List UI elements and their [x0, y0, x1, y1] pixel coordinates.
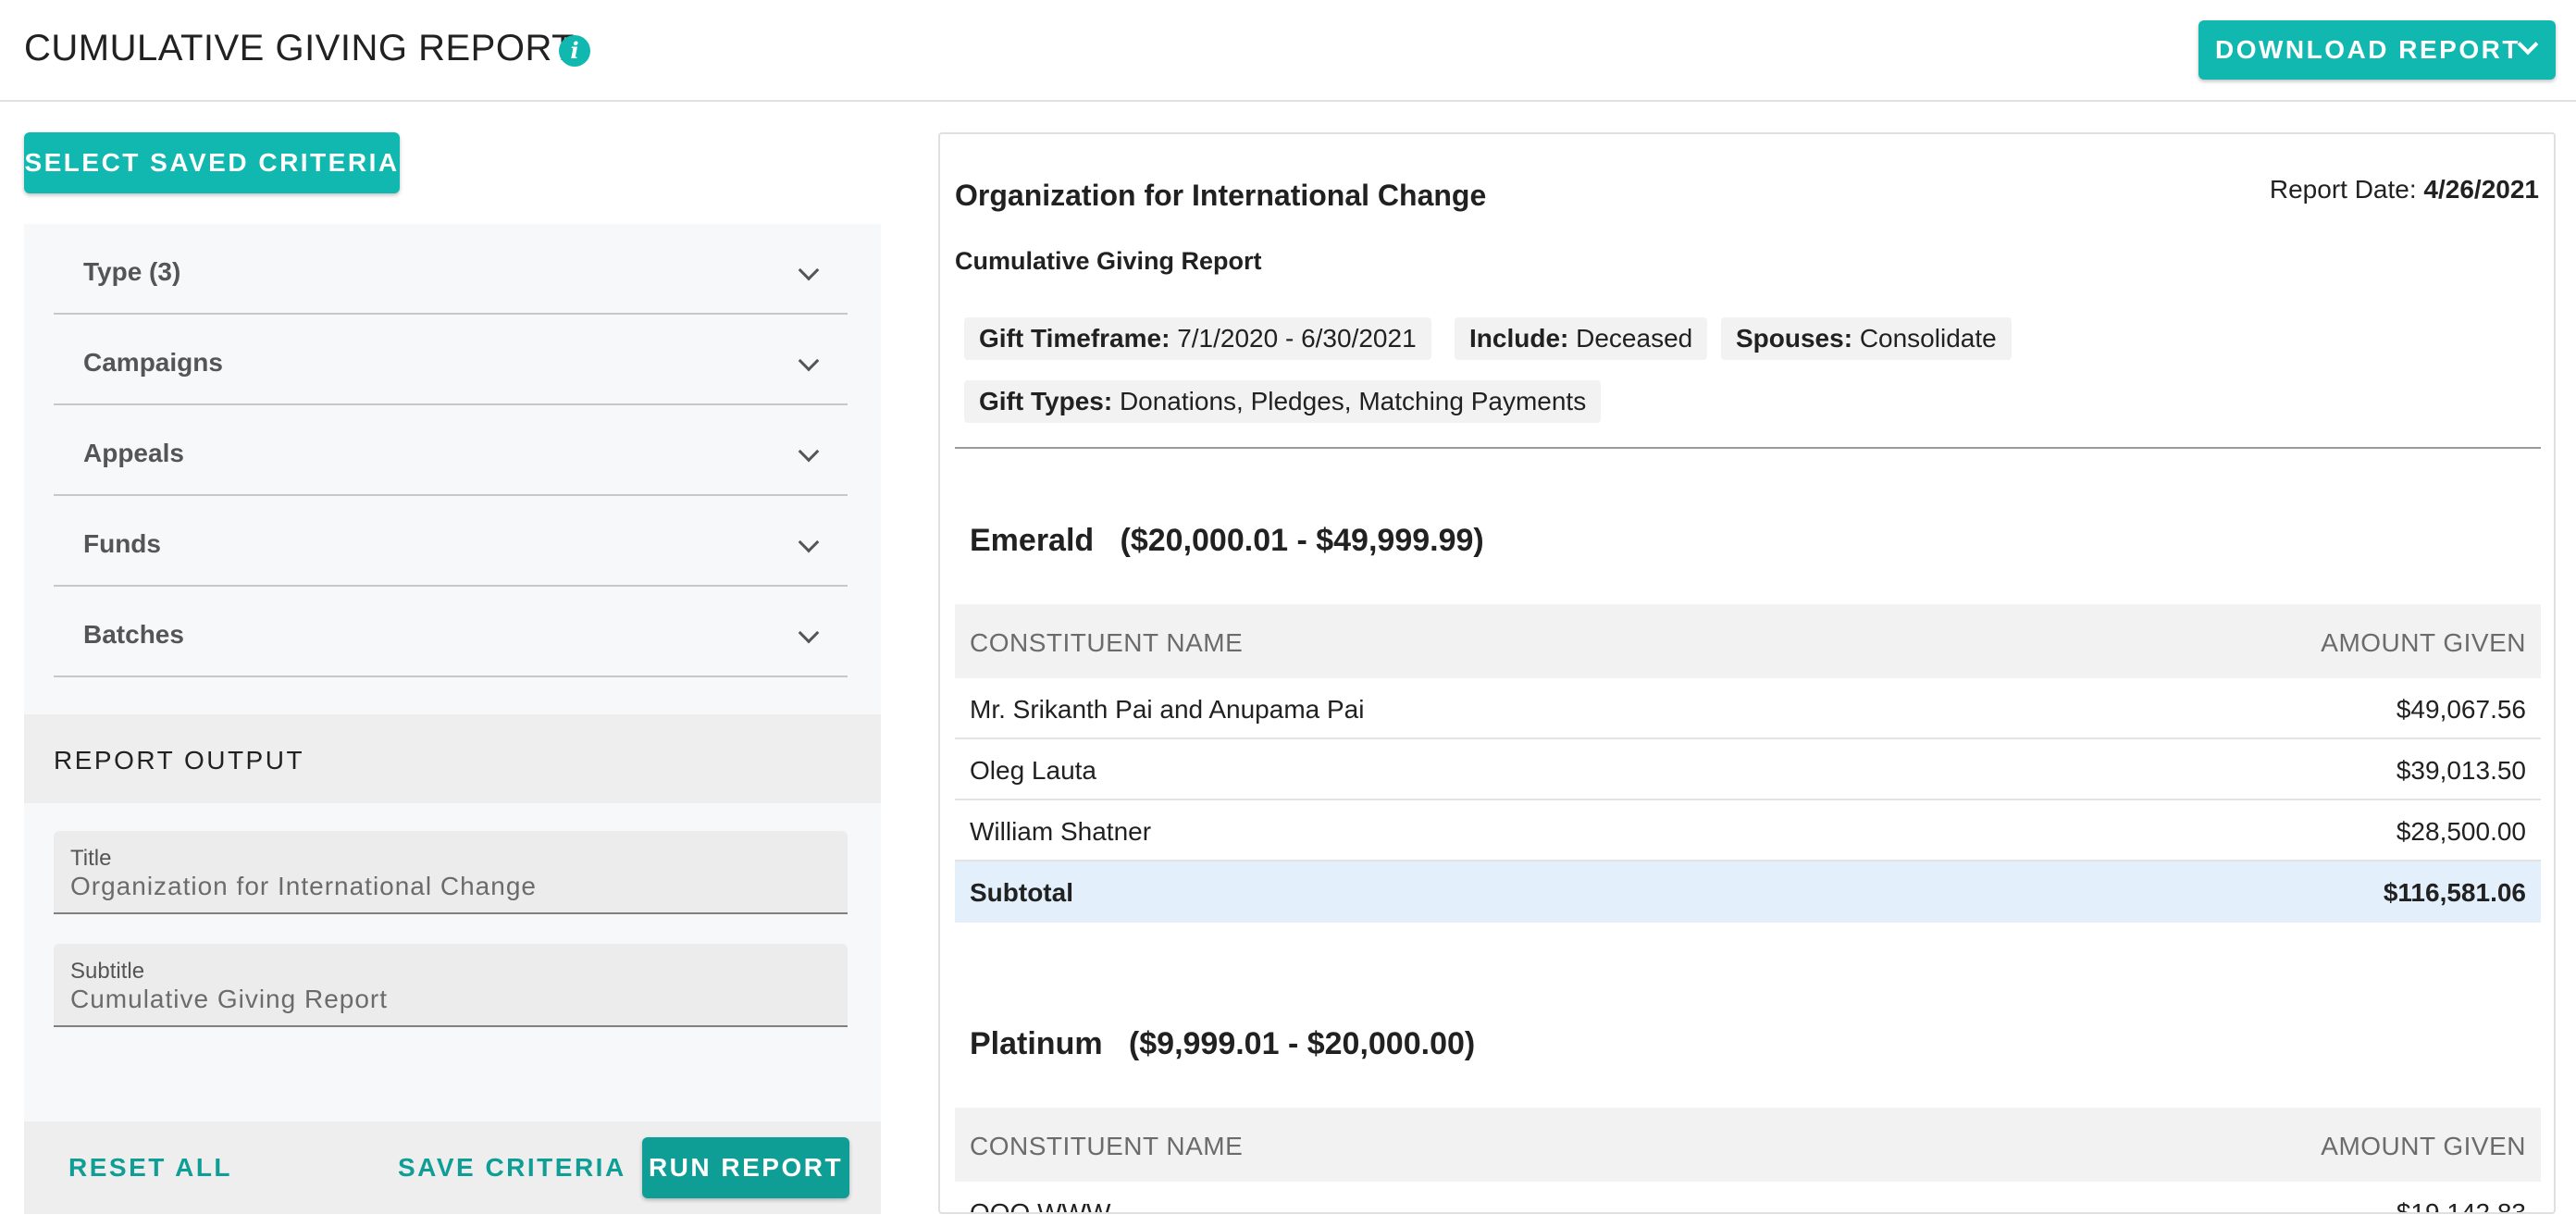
filter-label: Appeals	[83, 439, 184, 467]
chip-key: Include:	[1469, 324, 1569, 353]
tier-name: Emerald	[970, 523, 1095, 558]
table-row: Oleg Lauta $39,013.50	[955, 739, 2541, 800]
action-bar: RESET ALL SAVE CRITERIA RUN REPORT	[24, 1122, 881, 1214]
filter-type[interactable]: Type (3)	[54, 224, 848, 315]
chevron-down-icon	[798, 259, 820, 281]
report-date-value: 4/26/2021	[2423, 175, 2539, 204]
report-preview: Organization for International Change Re…	[938, 132, 2556, 1214]
col-amount-given: AMOUNT GIVEN	[2321, 628, 2526, 657]
run-report-button[interactable]: RUN REPORT	[642, 1137, 849, 1198]
amount-given: $39,013.50	[2396, 756, 2526, 785]
constituent-name: QQQ WWW	[970, 1198, 1111, 1214]
report-date: Report Date: 4/26/2021	[2270, 175, 2539, 204]
table-header: CONSTITUENT NAME AMOUNT GIVEN	[955, 604, 2541, 678]
tier-title: Emerald ($20,000.01 - $49,999.99)	[970, 523, 1484, 559]
tier-range: ($20,000.01 - $49,999.99)	[1120, 523, 1484, 558]
chip-key: Spouses:	[1736, 324, 1853, 353]
criteria-panel: Type (3) Campaigns Appeals Funds Batches…	[24, 224, 881, 1214]
col-amount-given: AMOUNT GIVEN	[2321, 1132, 2526, 1160]
chip-value: Donations, Pledges, Matching Payments	[1119, 387, 1587, 415]
criteria-chip: Gift Types: Donations, Pledges, Matching…	[964, 380, 1602, 423]
save-criteria-button[interactable]: SAVE CRITERIA	[398, 1122, 626, 1214]
chip-value: Consolidate	[1859, 324, 1997, 353]
page-title: CUMULATIVE GIVING REPORT	[24, 28, 576, 68]
title-field[interactable]: Title	[54, 831, 848, 914]
constituent-name: Mr. Srikanth Pai and Anupama Pai	[970, 695, 1365, 724]
chip-key: Gift Timeframe:	[979, 324, 1170, 353]
filter-appeals[interactable]: Appeals	[54, 405, 848, 496]
filter-label: Batches	[83, 620, 184, 649]
info-icon[interactable]: i	[559, 35, 590, 67]
subtitle-input[interactable]	[70, 981, 829, 1018]
chip-key: Gift Types:	[979, 387, 1113, 415]
top-bar: CUMULATIVE GIVING REPORT i DOWNLOAD REPO…	[0, 0, 2576, 102]
amount-given: $49,067.56	[2396, 695, 2526, 724]
filter-label: Campaigns	[83, 348, 223, 377]
chip-value: 7/1/2020 - 6/30/2021	[1177, 324, 1417, 353]
subtotal-row: Subtotal $116,581.06	[955, 861, 2541, 923]
chevron-down-icon	[2517, 33, 2539, 56]
col-constituent-name: CONSTITUENT NAME	[970, 628, 1244, 657]
reset-all-button[interactable]: RESET ALL	[68, 1122, 232, 1214]
chip-value: Deceased	[1576, 324, 1693, 353]
download-report-label: DOWNLOAD REPORT	[2215, 35, 2520, 64]
report-org-name: Organization for International Change	[955, 179, 1487, 212]
table-row: QQQ WWW $19,142.83	[955, 1182, 2541, 1214]
subtotal-amount: $116,581.06	[2383, 878, 2526, 907]
subtotal-label: Subtotal	[970, 878, 1073, 907]
title-input[interactable]	[70, 868, 829, 905]
chevron-down-icon	[798, 440, 820, 463]
subtitle-field[interactable]: Subtitle	[54, 944, 848, 1027]
report-date-label: Report Date:	[2269, 175, 2417, 204]
download-report-button[interactable]: DOWNLOAD REPORT	[2198, 20, 2556, 80]
table-row: Mr. Srikanth Pai and Anupama Pai $49,067…	[955, 678, 2541, 739]
criteria-chip: Gift Timeframe: 7/1/2020 - 6/30/2021	[964, 317, 1431, 360]
tier-title: Platinum ($9,999.01 - $20,000.00)	[970, 1026, 1475, 1062]
table-row: William Shatner $28,500.00	[955, 800, 2541, 861]
criteria-chip: Spouses: Consolidate	[1721, 317, 2012, 360]
col-constituent-name: CONSTITUENT NAME	[970, 1132, 1244, 1160]
report-subtitle: Cumulative Giving Report	[955, 247, 1262, 275]
filter-label: Funds	[83, 529, 161, 558]
table-header: CONSTITUENT NAME AMOUNT GIVEN	[955, 1108, 2541, 1182]
report-output-label: REPORT OUTPUT	[54, 746, 305, 775]
report-divider	[955, 447, 2541, 449]
constituent-name: Oleg Lauta	[970, 756, 1096, 785]
chevron-down-icon	[798, 350, 820, 372]
report-output-header: REPORT OUTPUT	[24, 714, 881, 803]
amount-given: $28,500.00	[2396, 817, 2526, 846]
tier-range: ($9,999.01 - $20,000.00)	[1128, 1026, 1476, 1061]
amount-given: $19,142.83	[2396, 1198, 2526, 1214]
tier-name: Platinum	[970, 1026, 1103, 1061]
filter-label: Type (3)	[83, 257, 181, 286]
criteria-chip: Include: Deceased	[1455, 317, 1708, 360]
select-saved-criteria-button[interactable]: SELECT SAVED CRITERIA	[24, 132, 400, 193]
filter-batches[interactable]: Batches	[54, 587, 848, 677]
filter-funds[interactable]: Funds	[54, 496, 848, 587]
chevron-down-icon	[798, 622, 820, 644]
chevron-down-icon	[798, 531, 820, 553]
filter-campaigns[interactable]: Campaigns	[54, 315, 848, 405]
constituent-name: William Shatner	[970, 817, 1152, 846]
